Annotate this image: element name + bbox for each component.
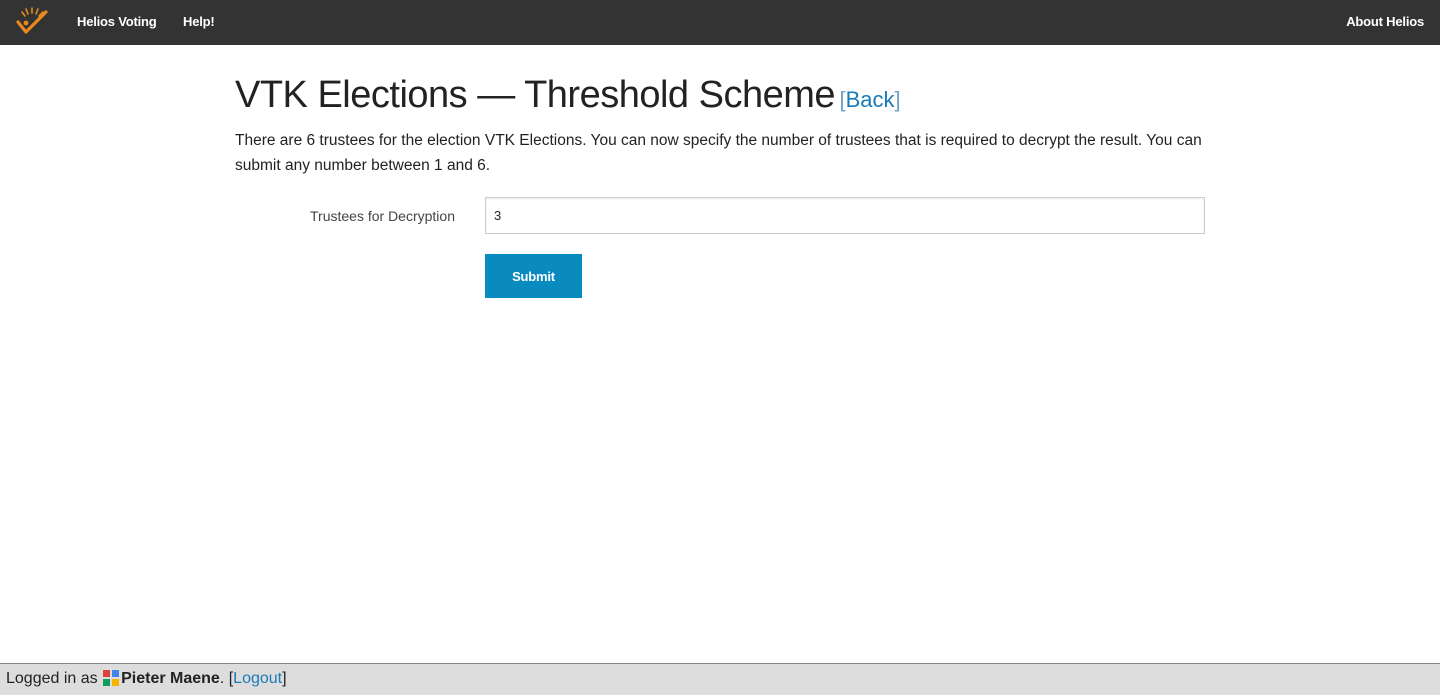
page-description: There are 6 trustees for the election VT…	[235, 132, 1202, 174]
username-period: .	[219, 670, 225, 687]
nav-home-link[interactable]: Helios Voting	[77, 14, 157, 29]
page-title: VTK Elections — Threshold Scheme	[235, 74, 836, 116]
logged-in-label: Logged in as	[6, 670, 98, 687]
title-row: VTK Elections — Threshold Scheme [Back]	[235, 74, 1210, 117]
logout-close-bracket: ]	[282, 670, 287, 687]
helios-logo-icon[interactable]	[14, 6, 50, 38]
footer-bar: Logged in as Pieter Maene. [Logout]	[0, 663, 1440, 695]
submit-button[interactable]: Submit	[485, 254, 582, 298]
top-navbar: Helios Voting Help! About Helios	[0, 0, 1440, 45]
username: Pieter Maene	[121, 670, 220, 687]
logout-link[interactable]: Logout	[233, 670, 282, 687]
back-link[interactable]: Back	[846, 87, 895, 112]
trustees-label: Trustees for Decryption	[310, 208, 455, 224]
google-account-icon	[103, 667, 120, 686]
nav-help-link[interactable]: Help!	[183, 14, 215, 29]
nav-about-link[interactable]: About Helios	[1346, 14, 1424, 29]
page-header: VTK Elections — Threshold Scheme [Back]	[235, 74, 1210, 117]
trustees-input[interactable]	[485, 197, 1205, 234]
back-close-bracket: ]	[894, 87, 901, 112]
